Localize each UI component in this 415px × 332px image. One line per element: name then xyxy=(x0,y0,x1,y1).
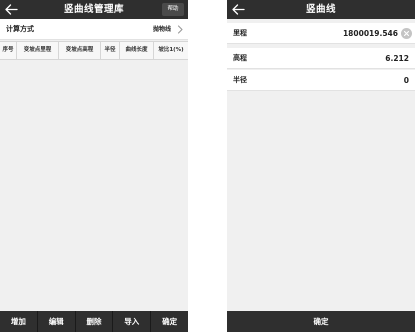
calc-method-value: 抛物线 xyxy=(152,26,171,33)
column-header: 序号 xyxy=(0,42,17,59)
top-bar: 竖曲线管理库 帮助 xyxy=(0,0,188,19)
bottom-action-bar: 增加 编辑 删除 导入 确定 xyxy=(0,311,188,332)
column-header: 坡比1(%) xyxy=(158,47,184,53)
back-button[interactable] xyxy=(229,0,247,19)
import-button[interactable]: 导入 xyxy=(113,311,152,332)
vertical-curve-detail-screen: 竖曲线 里程 1800019.546 高程 6.212 半径 0 确定 xyxy=(227,0,415,332)
elevation-field-row[interactable]: 高程 6.212 xyxy=(227,48,415,69)
back-arrow-icon xyxy=(5,4,18,15)
chevron-right-icon xyxy=(177,25,183,34)
elevation-label: 高程 xyxy=(233,54,247,62)
page-title: 竖曲线 xyxy=(305,4,336,15)
confirm-button[interactable]: 确定 xyxy=(151,311,188,332)
clear-icon[interactable] xyxy=(401,28,412,39)
vertical-curve-library-screen: 竖曲线管理库 帮助 计算方式 抛物线 序号 变坡点里程 变坡点高程 半径 曲线长… xyxy=(0,0,188,332)
column-header: 曲线长度 xyxy=(120,42,154,59)
top-bar: 竖曲线 xyxy=(227,0,415,19)
column-header: 变坡点高程 xyxy=(59,42,101,59)
table-header: 序号 变坡点里程 变坡点高程 半径 曲线长度 坡比1(%) xyxy=(0,41,188,60)
radius-value[interactable]: 0 xyxy=(404,70,409,91)
clear-circle-icon xyxy=(403,30,410,37)
column-header: 半径 xyxy=(101,42,120,59)
page-title: 竖曲线管理库 xyxy=(63,4,124,15)
back-button[interactable] xyxy=(2,0,20,19)
calc-method-row[interactable]: 计算方式 抛物线 xyxy=(0,19,188,40)
confirm-button[interactable]: 确定 xyxy=(227,311,415,332)
add-button[interactable]: 增加 xyxy=(0,311,38,332)
mileage-field-row[interactable]: 里程 1800019.546 xyxy=(227,23,415,44)
help-button[interactable]: 帮助 xyxy=(162,3,184,16)
delete-button[interactable]: 删除 xyxy=(76,311,114,332)
radius-field-row[interactable]: 半径 0 xyxy=(227,70,415,91)
elevation-value[interactable]: 6.212 xyxy=(385,48,409,69)
radius-label: 半径 xyxy=(233,76,247,84)
mileage-label: 里程 xyxy=(233,29,247,37)
calc-method-label: 计算方式 xyxy=(6,25,34,33)
mileage-value[interactable]: 1800019.546 xyxy=(343,23,398,44)
edit-button[interactable]: 编辑 xyxy=(38,311,76,332)
back-arrow-icon xyxy=(232,4,245,15)
column-header: 变坡点里程 xyxy=(17,42,59,59)
